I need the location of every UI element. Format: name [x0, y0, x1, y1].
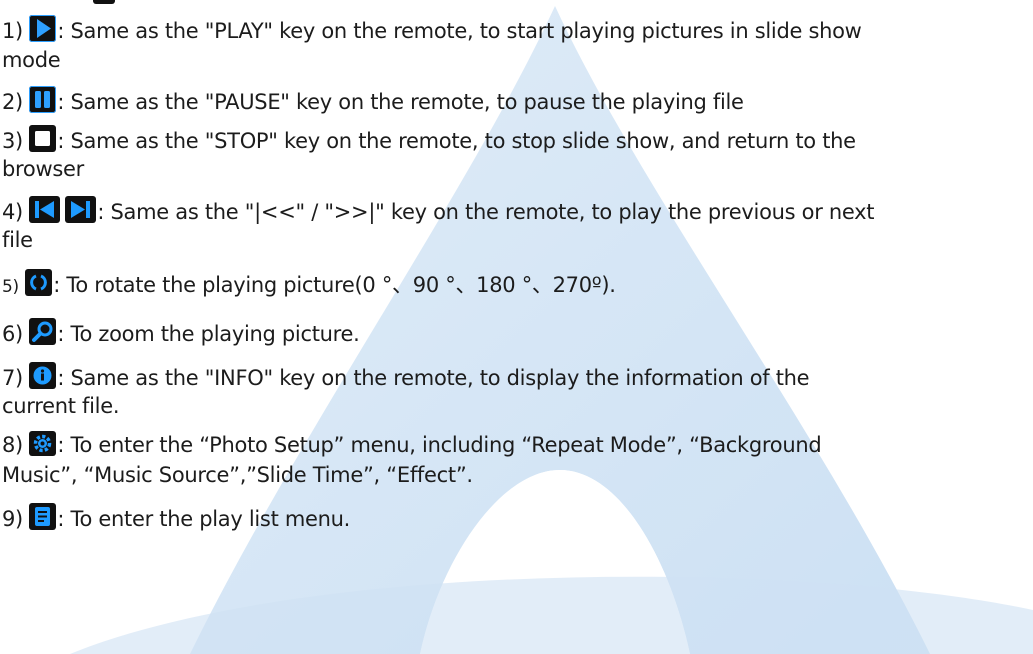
previous-icon: [29, 196, 61, 223]
item-number: 2): [2, 90, 23, 114]
item-text: : Same as the "INFO" key on the remote, …: [57, 366, 810, 390]
list-item-setup-cont: Music”, “Music Source”,”Slide Time”, “Ef…: [2, 461, 473, 489]
item-number: 6): [2, 322, 23, 346]
item-text-cont: mode: [2, 48, 61, 72]
item-text: : Same as the "PAUSE" key on the remote,…: [57, 90, 744, 114]
item-number: 3): [2, 129, 23, 153]
item-number: 4): [2, 200, 23, 224]
playlist-icon: [29, 503, 57, 530]
item-text: : To rotate the playing picture(0 °、90 °…: [53, 273, 616, 297]
list-item-rotate: 5) : To rotate the playing picture(0 °、9…: [2, 269, 616, 301]
list-item-info-cont: current file.: [2, 392, 120, 420]
list-item-play: 1) : Same as the "PLAY" key on the remot…: [2, 15, 862, 45]
list-item-prev-next: 4) : Same as the "|<<" / ">>|" key on th…: [2, 196, 875, 226]
item-text: : Same as the "STOP" key on the remote, …: [57, 129, 856, 153]
cut-off-icon: [93, 0, 115, 4]
item-text: : To enter the play list menu.: [57, 507, 351, 531]
stop-icon: [29, 125, 57, 152]
list-item-pause: 2) : Same as the "PAUSE" key on the remo…: [2, 86, 744, 116]
item-text: : To enter the “Photo Setup” menu, inclu…: [57, 433, 822, 457]
item-text: : Same as the "PLAY" key on the remote, …: [57, 19, 862, 43]
item-number: 1): [2, 19, 23, 43]
play-icon: [29, 15, 57, 42]
list-item-playlist: 9) : To enter the play list menu.: [2, 503, 350, 533]
gear-icon: [29, 431, 57, 456]
list-item-stop-cont: browser: [2, 155, 84, 183]
zoom-icon: [29, 318, 57, 345]
item-text: : To zoom the playing picture.: [57, 322, 360, 346]
next-icon: [65, 196, 97, 223]
document-page: 1) : Same as the "PLAY" key on the remot…: [0, 0, 1033, 654]
item-number: 9): [2, 507, 23, 531]
item-text-cont: current file.: [2, 394, 120, 418]
item-text-cont: file: [2, 228, 33, 252]
pause-icon: [29, 86, 57, 113]
item-text-cont: browser: [2, 157, 84, 181]
list-item-zoom: 6) : To zoom the playing picture.: [2, 318, 360, 348]
list-item-info: 7) : Same as the "INFO" key on the remot…: [2, 362, 810, 392]
list-item-stop: 3) : Same as the "STOP" key on the remot…: [2, 125, 856, 155]
list-item-prev-next-cont: file: [2, 226, 33, 254]
list-item-setup: 8) : To enter the “Photo Setup” menu, in…: [2, 431, 822, 459]
item-number: 5): [2, 277, 19, 297]
item-number: 8): [2, 433, 23, 457]
info-icon: [29, 362, 57, 389]
list-item-play-cont: mode: [2, 46, 61, 74]
item-text: : Same as the "|<<" / ">>|" key on the r…: [97, 200, 875, 224]
item-number: 7): [2, 366, 23, 390]
item-text-cont: Music”, “Music Source”,”Slide Time”, “Ef…: [2, 463, 473, 487]
rotate-icon: [25, 269, 53, 296]
